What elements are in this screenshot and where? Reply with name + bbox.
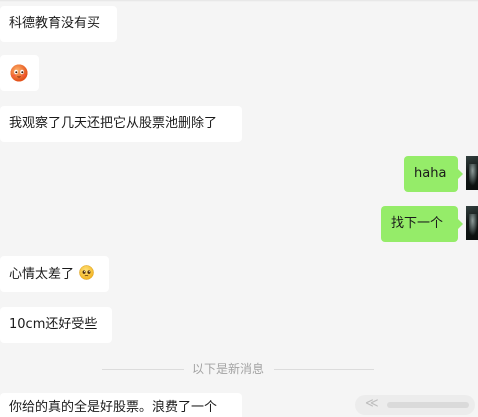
- user-avatar[interactable]: [466, 206, 478, 240]
- pleading-face-emoji: [79, 265, 94, 280]
- divider-label: 以下是新消息: [192, 362, 265, 376]
- divider-line-left: [102, 369, 184, 370]
- message-text: 心情太差了: [9, 267, 75, 282]
- avatar-figure: [469, 164, 478, 186]
- message-text: 我观察了几天还把它从股票池删除了: [9, 116, 218, 131]
- message-bubble-incoming[interactable]: 你给的真的全是好股票。浪费了一个: [0, 393, 242, 417]
- new-messages-divider: 以下是新消息: [0, 360, 478, 378]
- message-bubble-incoming[interactable]: 10cm还好受些: [0, 307, 112, 343]
- chat-message-list[interactable]: 科德教育没有买 我观察了几天还把它从股票池删除了 haha 找下一个 心情太差了…: [0, 0, 478, 417]
- blushing-face-emoji: [10, 64, 28, 82]
- message-text: 10cm还好受些: [9, 317, 98, 332]
- avatar-figure: [469, 214, 478, 236]
- message-text: 科德教育没有买: [9, 16, 101, 31]
- divider-line-right: [274, 369, 374, 370]
- double-chevron-down-icon: ≪: [365, 396, 379, 411]
- message-bubble-outgoing[interactable]: haha: [404, 156, 463, 192]
- message-text: 你给的真的全是好股票。浪费了一个: [9, 400, 218, 415]
- message-bubble-incoming[interactable]: 心情太差了: [0, 256, 109, 292]
- scroll-to-bottom-button[interactable]: ≪: [355, 395, 475, 415]
- top-shadow: [0, 0, 478, 2]
- message-bubble-incoming[interactable]: [0, 55, 39, 91]
- blurred-preview: [387, 402, 469, 408]
- message-text: haha: [414, 166, 447, 181]
- message-text: 找下一个: [391, 216, 444, 231]
- message-bubble-outgoing[interactable]: 找下一个: [381, 206, 463, 242]
- user-avatar[interactable]: [466, 156, 478, 190]
- message-bubble-incoming[interactable]: 我观察了几天还把它从股票池删除了: [0, 106, 242, 142]
- message-bubble-incoming[interactable]: 科德教育没有买: [0, 6, 117, 42]
